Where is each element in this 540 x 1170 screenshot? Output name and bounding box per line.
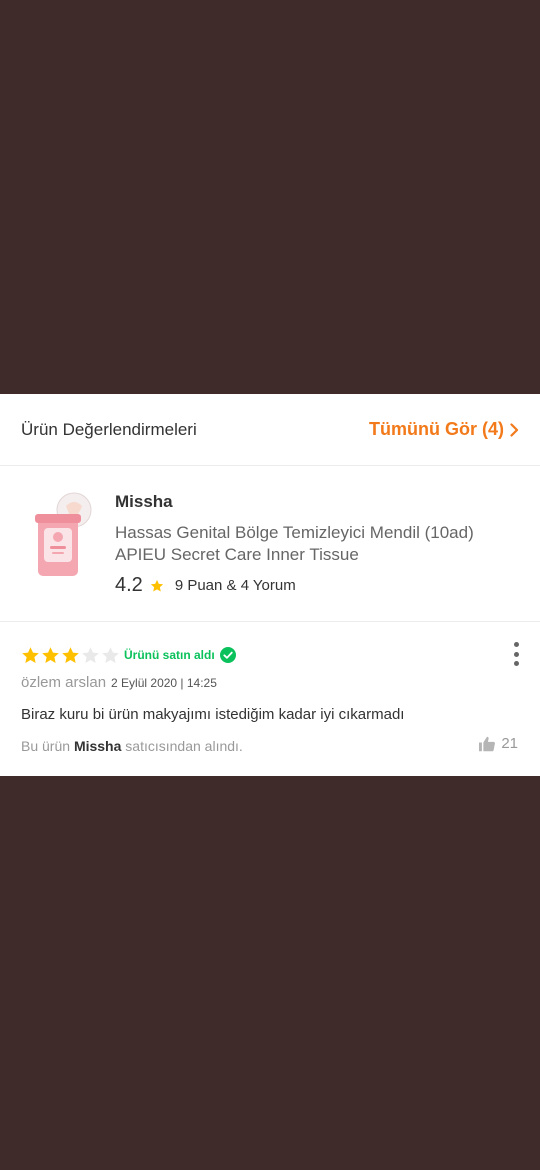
- review-meta: özlem arslan 2 Eylül 2020 | 14:25: [21, 674, 217, 691]
- review-date: 2 Eylül 2020 | 14:25: [111, 676, 217, 690]
- product-name: Hassas Genital Bölge Temizleyici Mendil …: [115, 523, 474, 564]
- more-options-icon[interactable]: [508, 642, 524, 666]
- reviews-card: Ürün Değerlendirmeleri Tümünü Gör (4) Mi…: [0, 394, 540, 776]
- star-filled-icon: [42, 647, 59, 664]
- review-item: Ürünü satın aldı özlem arslan 2 Eylül 20…: [0, 622, 540, 775]
- review-seller-note: Bu ürün Missha satıcısından alındı.: [21, 738, 243, 754]
- thumbs-up-icon: [479, 736, 496, 751]
- rating-value: 4.2: [115, 574, 143, 596]
- verified-label: Ürünü satın aldı: [124, 648, 215, 662]
- see-all-button[interactable]: Tümünü Gör (4): [369, 419, 519, 440]
- product-brand: Missha: [115, 492, 173, 511]
- like-count: 21: [501, 735, 518, 752]
- star-empty-icon: [102, 647, 119, 664]
- star-icon: [150, 579, 163, 592]
- review-author: özlem arslan: [21, 674, 107, 691]
- seller-prefix: Bu ürün: [21, 738, 74, 754]
- chevron-right-icon: [510, 422, 519, 437]
- review-stars: [21, 646, 121, 665]
- seller-suffix: satıcısından alındı.: [121, 738, 243, 754]
- verified-purchase-badge: Ürünü satın aldı: [124, 647, 236, 663]
- reviews-header: Ürün Değerlendirmeleri Tümünü Gör (4): [0, 394, 540, 466]
- review-comment: Biraz kuru bi ürün makyajımı istediğim k…: [21, 706, 405, 723]
- star-filled-icon: [22, 647, 39, 664]
- see-all-label: Tümünü Gör (4): [369, 419, 504, 439]
- product-summary[interactable]: Missha Hassas Genital Bölge Temizleyici …: [0, 466, 540, 622]
- product-rating: 4.2 9 Puan & 4 Yorum: [115, 574, 296, 597]
- rating-count: 9 Puan & 4 Yorum: [174, 577, 296, 594]
- reviews-title: Ürün Değerlendirmeleri: [21, 419, 197, 439]
- like-button[interactable]: 21: [478, 735, 518, 752]
- star-empty-icon: [82, 647, 99, 664]
- check-circle-icon: [219, 647, 236, 663]
- product-image: [35, 492, 92, 576]
- star-filled-icon: [62, 647, 79, 664]
- seller-name: Missha: [73, 738, 122, 754]
